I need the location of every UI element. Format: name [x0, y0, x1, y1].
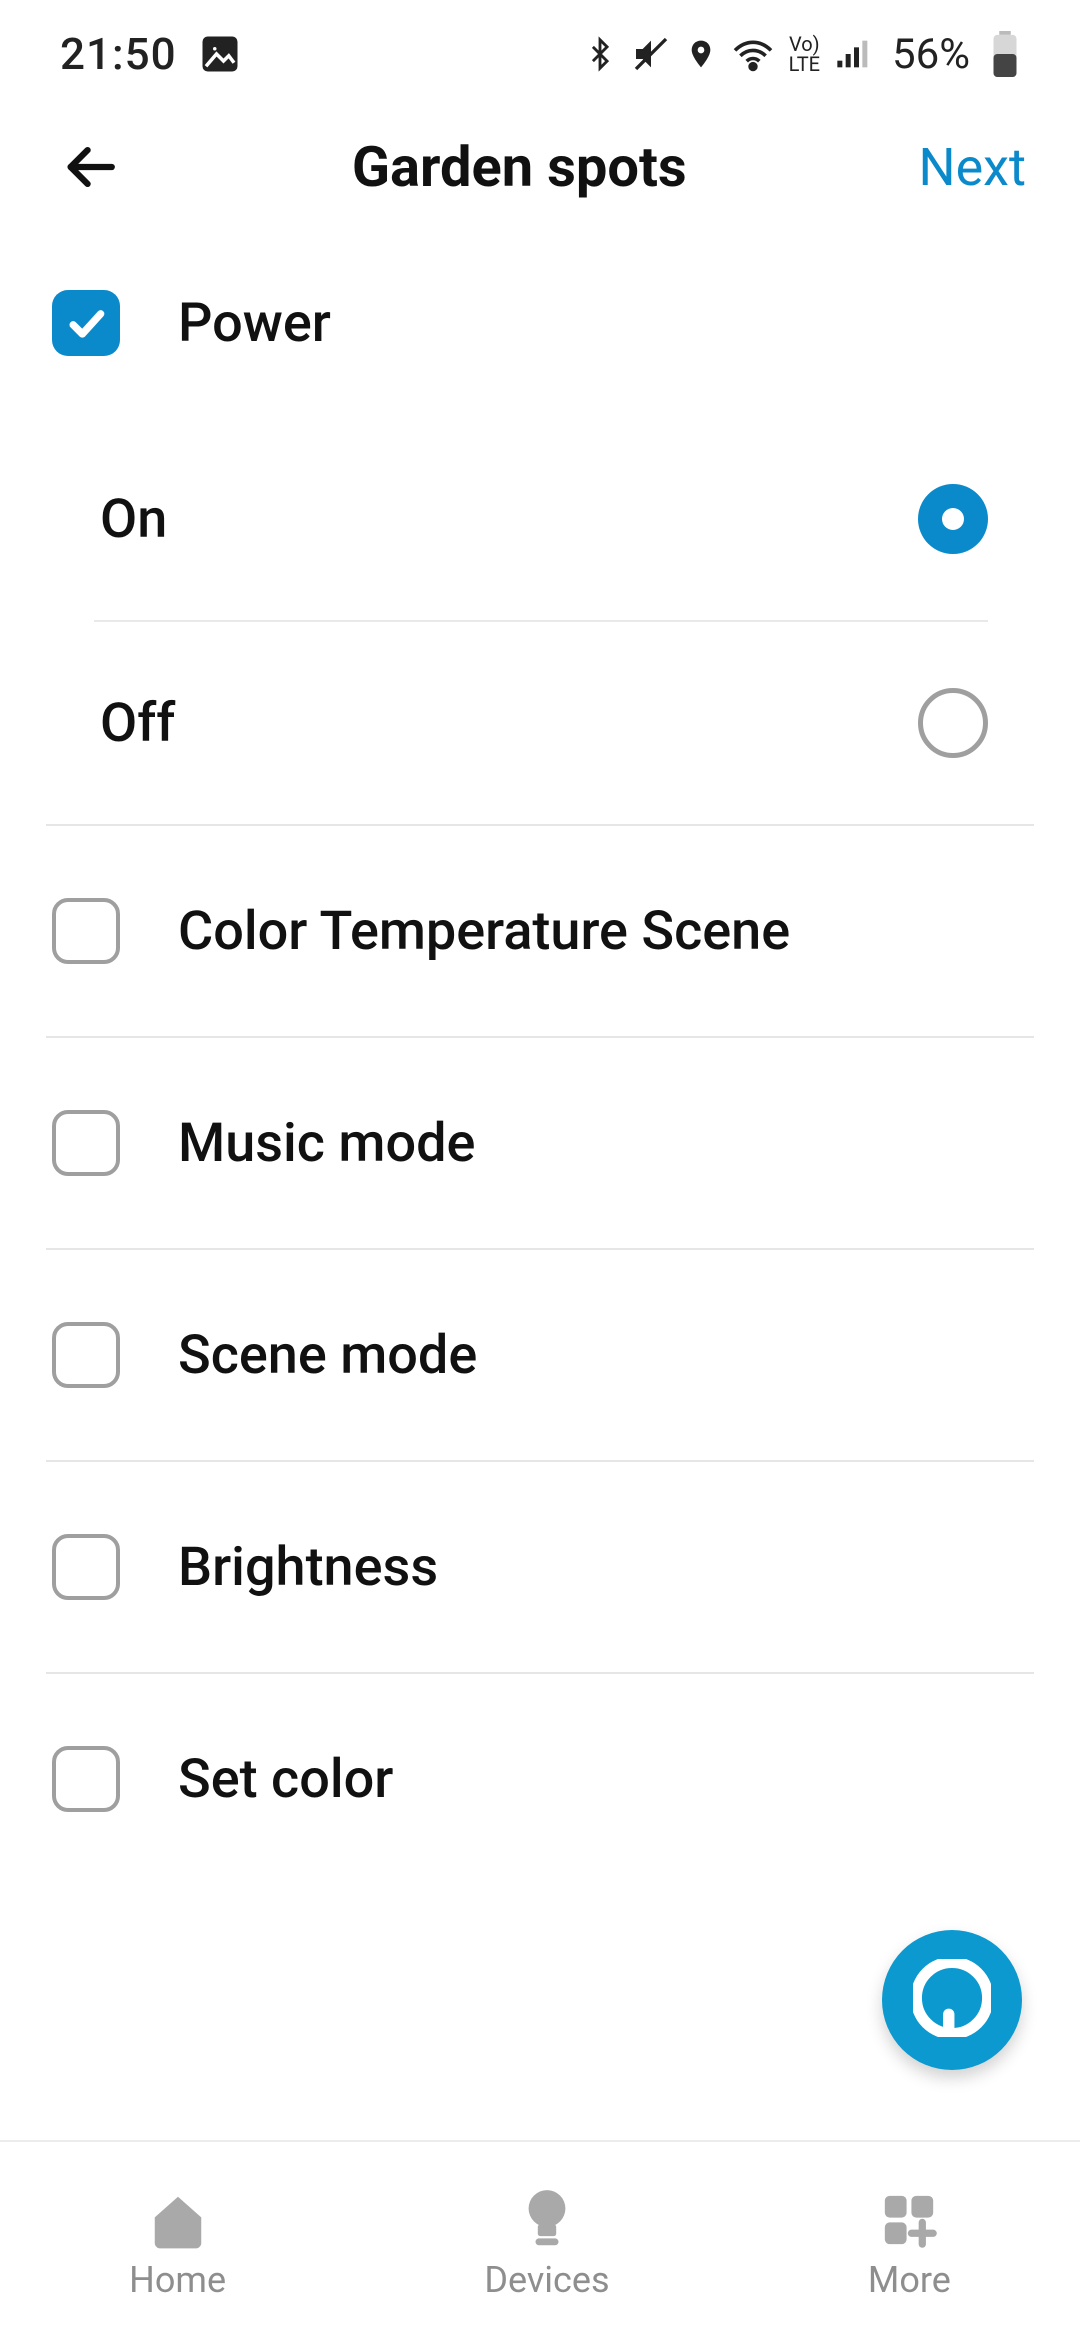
bluetooth-icon — [583, 34, 617, 74]
capability-set-color[interactable]: Set color — [46, 1674, 1034, 1884]
alexa-fab[interactable] — [882, 1930, 1022, 2070]
power-options: On Off — [46, 418, 1034, 824]
nav-label: More — [868, 2259, 951, 2301]
signal-icon — [834, 36, 874, 72]
checkbox-unchecked-icon[interactable] — [52, 1322, 120, 1388]
back-icon[interactable] — [60, 137, 120, 197]
bottom-nav: Home Devices More — [0, 2140, 1080, 2340]
checkbox-unchecked-icon[interactable] — [52, 1110, 120, 1176]
checkbox-unchecked-icon[interactable] — [52, 1746, 120, 1812]
status-bar: 21:50 — [0, 0, 1080, 100]
app-header: Garden spots Next — [0, 100, 1080, 228]
capability-music-mode[interactable]: Music mode — [46, 1038, 1034, 1248]
option-label: On — [100, 488, 167, 551]
next-button[interactable]: Next — [919, 137, 1026, 198]
nav-label: Devices — [484, 2259, 609, 2301]
radio-selected-icon[interactable] — [918, 484, 988, 554]
capability-brightness[interactable]: Brightness — [46, 1462, 1034, 1672]
volte-icon: Vo)LTE — [789, 34, 820, 74]
nav-label: Home — [129, 2259, 226, 2301]
checkbox-unchecked-icon[interactable] — [52, 898, 120, 964]
battery-percentage: 56% — [892, 30, 970, 79]
capability-scene-mode[interactable]: Scene mode — [46, 1250, 1034, 1460]
capability-label: Color Temperature Scene — [178, 900, 790, 963]
mute-icon — [631, 34, 671, 74]
power-option-off[interactable]: Off — [94, 622, 1034, 824]
nav-devices[interactable]: Devices — [484, 2191, 609, 2301]
content: Power On Off Color Temperature Scene Mus… — [0, 228, 1080, 1884]
checkbox-unchecked-icon[interactable] — [52, 1534, 120, 1600]
capability-label: Brightness — [178, 1536, 438, 1599]
battery-icon — [990, 31, 1020, 77]
status-right: Vo)LTE 56% — [583, 30, 1020, 79]
capability-label: Set color — [178, 1748, 393, 1811]
status-time: 21:50 — [60, 28, 177, 80]
more-grid-icon — [877, 2191, 941, 2249]
capability-label: Music mode — [178, 1112, 475, 1175]
capability-label: Power — [178, 292, 331, 355]
capability-color-temp-scene[interactable]: Color Temperature Scene — [46, 826, 1034, 1036]
wifi-icon — [731, 36, 775, 72]
nav-more[interactable]: More — [868, 2191, 951, 2301]
power-option-on[interactable]: On — [94, 418, 1034, 620]
checkbox-checked-icon[interactable] — [52, 290, 120, 356]
home-icon — [146, 2191, 210, 2249]
status-left: 21:50 — [60, 28, 241, 80]
option-label: Off — [100, 692, 175, 755]
bulb-icon — [515, 2191, 579, 2249]
capability-label: Scene mode — [178, 1324, 477, 1387]
location-icon — [685, 34, 717, 74]
alexa-icon — [913, 1959, 991, 2041]
picture-icon — [199, 33, 241, 75]
page-title: Garden spots — [120, 134, 919, 200]
radio-unselected-icon[interactable] — [918, 688, 988, 758]
nav-home[interactable]: Home — [129, 2191, 226, 2301]
capability-power[interactable]: Power — [46, 228, 1034, 418]
